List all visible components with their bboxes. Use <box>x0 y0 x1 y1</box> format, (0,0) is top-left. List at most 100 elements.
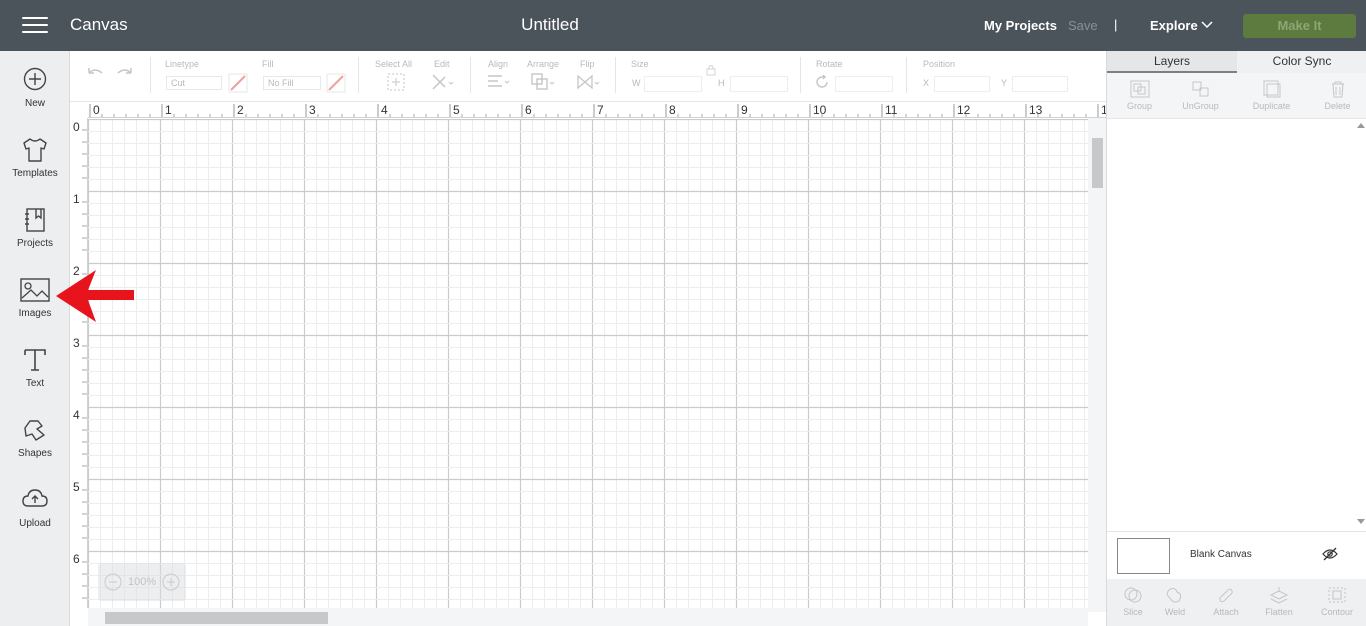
top-bar: Canvas Untitled My Projects Save | Explo… <box>0 0 1366 51</box>
position-label: Position <box>923 59 956 69</box>
sidebar-item-projects[interactable]: Projects <box>0 191 70 261</box>
contour-button[interactable]: Contour <box>1311 579 1363 626</box>
sidebar-item-label: Templates <box>12 168 58 179</box>
contour-icon <box>1328 587 1346 603</box>
ruler-tick-label: 1 <box>165 103 172 117</box>
sidebar-item-label: Text <box>25 378 45 389</box>
sidebar-item-upload[interactable]: Upload <box>0 471 70 541</box>
header-separator: | <box>1114 17 1118 32</box>
design-canvas[interactable]: 01234567891011121314 0123456 100% <box>70 102 1106 626</box>
weld-icon <box>1166 587 1182 603</box>
weld-button[interactable]: Weld <box>1149 579 1201 626</box>
rotate-label: Rotate <box>816 59 843 69</box>
document-title: Untitled <box>521 15 579 34</box>
select-all-icon[interactable] <box>386 72 406 92</box>
arrange-label: Arrange <box>527 59 560 69</box>
explore-menu[interactable]: Explore <box>1150 18 1198 33</box>
ruler-tick-label: 1 <box>73 192 80 206</box>
blank-canvas-label: Blank Canvas <box>1190 549 1252 560</box>
width-input[interactable] <box>644 76 702 92</box>
position-x-input[interactable] <box>934 76 990 92</box>
ruler-tick-label: 10 <box>813 103 827 117</box>
tab-color-sync[interactable]: Color Sync <box>1237 51 1366 73</box>
zoom-in-icon[interactable] <box>162 573 180 591</box>
position-x-label: X <box>923 78 930 88</box>
top-ruler: 01234567891011121314 <box>88 102 1106 118</box>
blank-canvas-layer[interactable]: Blank Canvas <box>1107 531 1366 579</box>
vertical-scrollbar[interactable] <box>1088 118 1106 612</box>
flatten-icon <box>1269 587 1289 604</box>
sidebar-item-label: Upload <box>19 518 51 529</box>
position-y-label: Y <box>1001 78 1008 88</box>
group-button[interactable]: Group <box>1107 73 1172 119</box>
plus-circle-icon <box>23 67 47 91</box>
horizontal-scrollbar[interactable] <box>88 608 1088 626</box>
undo-icon[interactable] <box>84 65 106 85</box>
sidebar-item-shapes[interactable]: Shapes <box>0 401 70 471</box>
horizontal-scroll-thumb[interactable] <box>105 612 328 624</box>
duplicate-button[interactable]: Duplicate <box>1239 73 1304 119</box>
ruler-tick-label: 8 <box>669 103 676 117</box>
scroll-up-icon[interactable] <box>1357 122 1365 128</box>
ruler-tick-label: 0 <box>73 120 80 134</box>
ruler-tick-label: 9 <box>741 103 748 117</box>
zoom-out-icon[interactable] <box>104 573 122 591</box>
make-it-button[interactable]: Make It <box>1243 14 1356 38</box>
arrange-icon[interactable] <box>530 72 558 92</box>
ruler-tick-label: 13 <box>1029 103 1043 117</box>
rotate-icon <box>816 74 828 88</box>
flip-label: Flip <box>580 59 595 69</box>
edit-toolbar: Linetype Cut Fill No Fill Select All Edi… <box>70 51 1106 102</box>
flip-icon[interactable] <box>575 72 603 92</box>
tab-layers[interactable]: Layers <box>1107 51 1237 73</box>
sidebar-item-label: New <box>24 98 45 109</box>
flatten-button[interactable]: Flatten <box>1253 579 1305 626</box>
slice-icon <box>1124 587 1142 603</box>
sidebar-item-templates[interactable]: Templates <box>0 121 70 191</box>
canvas-grid[interactable] <box>88 119 1088 609</box>
ruler-tick-label: 5 <box>73 480 80 494</box>
my-projects-link[interactable]: My Projects <box>984 18 1057 33</box>
ruler-tick-label: 2 <box>237 103 244 117</box>
toolbar-divider <box>358 57 359 93</box>
blank-canvas-thumbnail[interactable] <box>1117 538 1170 574</box>
attach-button[interactable]: Attach <box>1200 579 1252 626</box>
linetype-color-swatch-icon[interactable] <box>228 73 248 93</box>
save-button[interactable]: Save <box>1068 18 1098 33</box>
left-ruler: 0123456 <box>70 118 88 608</box>
redo-icon[interactable] <box>114 65 136 85</box>
fill-color-swatch-icon[interactable] <box>326 73 346 93</box>
sidebar-item-text[interactable]: Text <box>0 331 70 401</box>
ungroup-icon <box>1192 81 1208 97</box>
lock-icon[interactable] <box>704 63 718 77</box>
scroll-down-icon[interactable] <box>1357 519 1365 525</box>
chevron-down-icon[interactable] <box>1200 18 1214 32</box>
layers-scrollbar[interactable] <box>1354 119 1366 531</box>
ruler-tick-label: 0 <box>93 103 100 117</box>
rotate-input[interactable] <box>835 76 893 92</box>
left-sidebar: New Templates Projects Images Text Shape… <box>0 51 70 626</box>
delete-button[interactable]: Delete <box>1305 73 1366 119</box>
select-all-label: Select All <box>375 59 413 69</box>
fill-select[interactable]: No Fill <box>263 76 321 90</box>
attach-label: Attach <box>1213 607 1239 617</box>
sidebar-item-new[interactable]: New <box>0 51 70 121</box>
delete-label: Delete <box>1324 101 1351 111</box>
align-icon[interactable] <box>486 73 512 91</box>
height-input[interactable] <box>730 76 788 92</box>
notebook-icon <box>25 208 45 232</box>
edit-tools-icon[interactable] <box>430 72 456 92</box>
visibility-hidden-icon[interactable] <box>1322 547 1338 561</box>
size-h-label: H <box>718 78 725 88</box>
group-icon <box>1130 80 1149 98</box>
vertical-scroll-thumb[interactable] <box>1092 138 1103 188</box>
cloud-upload-icon <box>22 489 48 507</box>
shapes-icon <box>24 420 45 441</box>
layer-actions: Group UnGroup Duplicate Delete <box>1107 73 1366 119</box>
ungroup-button[interactable]: UnGroup <box>1168 73 1233 119</box>
text-T-icon <box>24 349 46 371</box>
red-arrow-annotation <box>56 270 134 322</box>
contour-label: Contour <box>1320 607 1354 617</box>
position-y-input[interactable] <box>1012 76 1068 92</box>
linetype-select[interactable]: Cut <box>166 76 222 90</box>
